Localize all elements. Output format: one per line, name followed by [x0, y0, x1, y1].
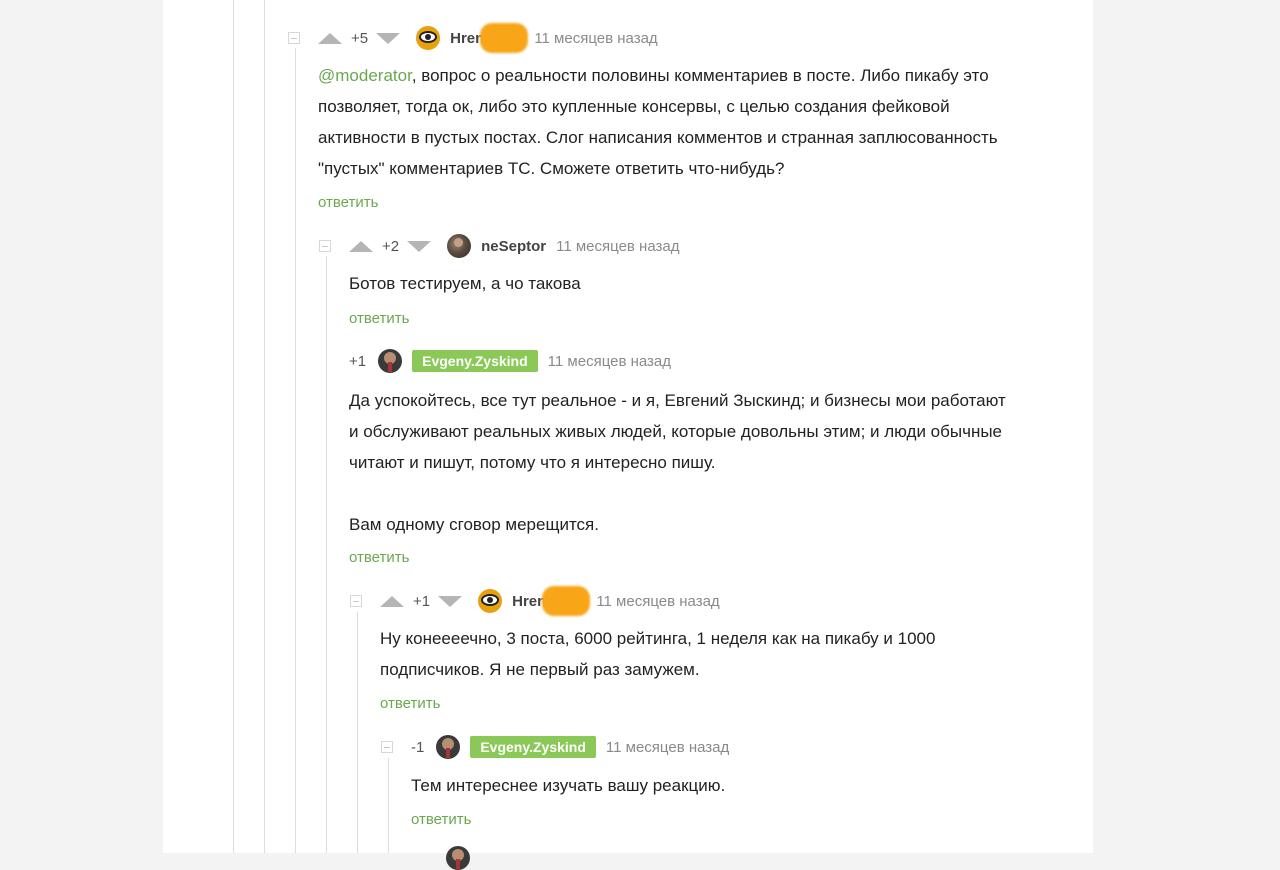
upvote-icon[interactable] — [380, 595, 404, 607]
avatar[interactable] — [478, 589, 503, 613]
comment-body: Да успокойтесь, все тут реальное - и я, … — [349, 391, 1006, 534]
username[interactable]: neSeptor — [481, 238, 546, 255]
comment-body: Тем интереснее изучать вашу реакцию. — [411, 776, 726, 795]
downvote-icon[interactable] — [438, 595, 463, 607]
avatar[interactable] — [378, 349, 403, 373]
thread-line — [233, 0, 234, 853]
downvote-icon[interactable] — [376, 32, 401, 44]
downvote-icon[interactable] — [407, 240, 432, 252]
mention-link[interactable]: @moderator — [318, 66, 412, 85]
upvote-icon[interactable] — [318, 32, 342, 44]
comment-rating: -1 — [411, 738, 425, 756]
collapse-button[interactable] — [288, 32, 300, 44]
comment-time: 11 месяцев назад — [596, 592, 720, 610]
reply-link[interactable]: ответить — [411, 811, 471, 828]
username[interactable]: Evgeny.Zyskind — [412, 350, 538, 372]
collapse-button[interactable] — [381, 741, 393, 753]
comment-rating: +5 — [351, 29, 369, 47]
avatar[interactable] — [447, 234, 472, 258]
comment-rating: +1 — [413, 592, 431, 610]
collapse-button[interactable] — [319, 240, 331, 252]
thread-line — [264, 0, 265, 853]
thread-line[interactable] — [388, 758, 389, 853]
comment-header: +5 HrenV 11 месяцев назад — [288, 23, 658, 53]
redaction-blur — [542, 586, 591, 616]
reply-link[interactable]: ответить — [318, 194, 378, 211]
comment-body: Ну конеееечно, 3 поста, 6000 рейтинга, 1… — [380, 629, 936, 679]
avatar[interactable] — [446, 846, 470, 870]
thread-line[interactable] — [295, 48, 296, 853]
comment-rating: +2 — [382, 237, 400, 255]
thread-line[interactable] — [326, 256, 327, 853]
comments-page: +5 HrenV 11 месяцев назад @moderator, во… — [163, 0, 1093, 870]
comment-time: 11 месяцев назад — [605, 738, 730, 756]
avatar[interactable] — [436, 735, 461, 759]
reply-link[interactable]: ответить — [349, 310, 409, 327]
reply-link[interactable]: ответить — [349, 549, 409, 566]
comment-rating: +1 — [349, 352, 367, 370]
avatar[interactable] — [416, 26, 441, 50]
comment-body: @moderator, вопрос о реальности половины… — [318, 66, 998, 178]
comment-header: -1 Evgeny.Zyskind 11 месяцев назад — [381, 734, 729, 760]
reply-link[interactable]: ответить — [380, 695, 440, 712]
comment-time: 11 месяцев назад — [556, 237, 680, 255]
comment-header: +1 Evgeny.Zyskind 11 месяцев назад — [349, 348, 671, 374]
comment-header: +2 neSeptor 11 месяцев назад — [319, 233, 679, 259]
thread-line[interactable] — [357, 612, 358, 853]
username[interactable]: Evgeny.Zyskind — [470, 736, 596, 758]
collapse-button[interactable] — [350, 595, 362, 607]
redaction-blur — [480, 23, 529, 53]
comment-header: +1 HrenV 11 месяцев назад — [350, 586, 720, 616]
upvote-icon[interactable] — [349, 240, 373, 252]
comment-body: Ботов тестируем, а чо такова — [349, 274, 581, 293]
comment-time: 11 месяцев назад — [534, 29, 658, 47]
comment-time: 11 месяцев назад — [547, 352, 672, 370]
